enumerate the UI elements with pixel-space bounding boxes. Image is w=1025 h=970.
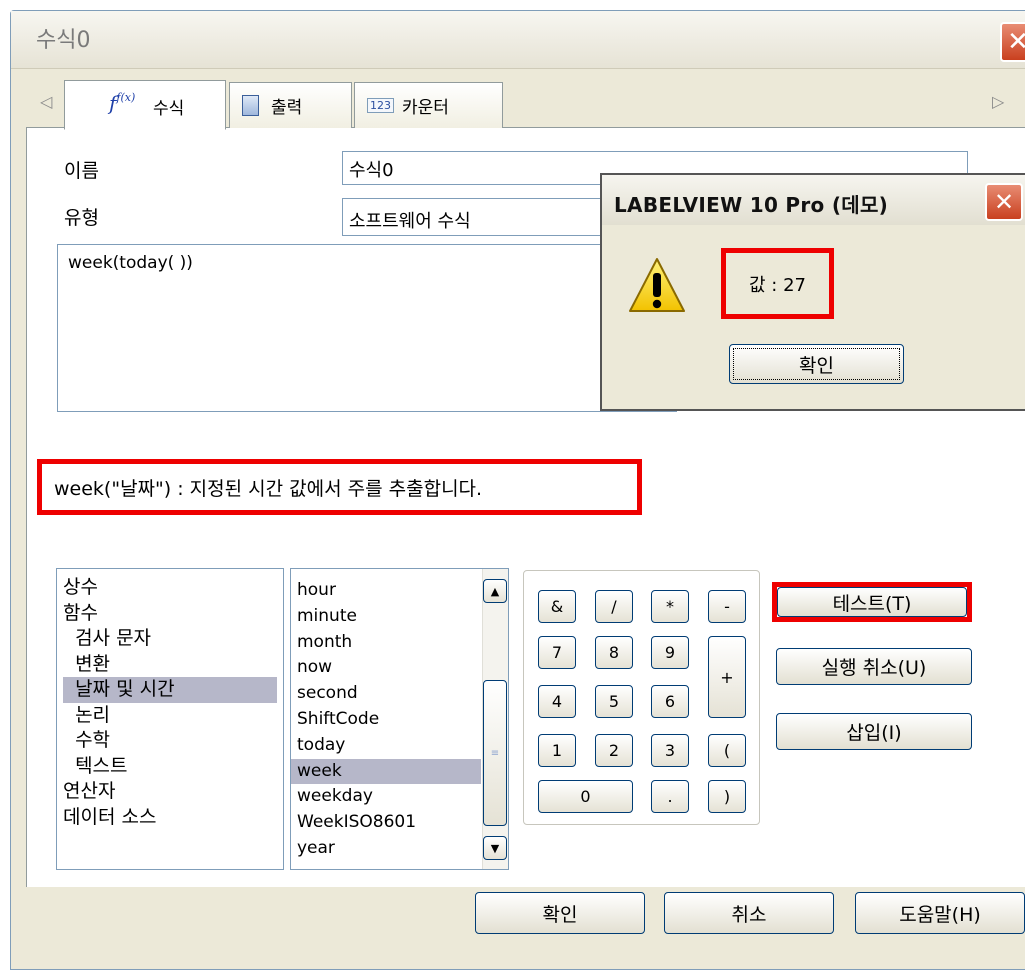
- title-bar: [11, 11, 1025, 69]
- function-description: week("날짜") : 지정된 시간 값에서 주를 추출합니다.: [37, 459, 642, 515]
- insert-button[interactable]: 삽입(I): [776, 713, 972, 750]
- key-8[interactable]: 8: [595, 636, 633, 669]
- type-label: 유형: [64, 207, 99, 229]
- category-item[interactable]: 검사 문자: [63, 626, 283, 652]
- category-list[interactable]: 상수 함수 검사 문자 변환 날짜 및 시간 논리 수학 텍스트 연산자 데이터…: [56, 568, 284, 870]
- window-title: 수식0: [36, 28, 91, 53]
- key-7[interactable]: 7: [538, 636, 576, 669]
- test-button[interactable]: 테스트(T): [777, 587, 967, 617]
- tab-formula[interactable]: ff(x) 수식: [64, 80, 226, 130]
- result-value: 값 : 27: [721, 248, 834, 319]
- category-item[interactable]: 논리: [63, 703, 283, 729]
- category-item[interactable]: 텍스트: [63, 754, 283, 780]
- undo-button[interactable]: 실행 취소(U): [776, 648, 972, 685]
- close-button[interactable]: ✕: [1000, 22, 1025, 62]
- tab-scroll-left-icon[interactable]: ◁: [40, 92, 52, 111]
- message-title: LABELVIEW 10 Pro (데모): [614, 193, 889, 217]
- key-dot[interactable]: .: [651, 780, 689, 813]
- key-close-paren[interactable]: ): [708, 780, 746, 813]
- counter-icon: 123: [367, 98, 394, 113]
- key-minus[interactable]: -: [708, 590, 746, 623]
- function-item[interactable]: hour: [291, 578, 481, 604]
- function-item[interactable]: month: [291, 630, 481, 656]
- key-0[interactable]: 0: [538, 780, 633, 813]
- tab-output[interactable]: 출력: [229, 82, 352, 128]
- key-9[interactable]: 9: [651, 636, 689, 669]
- function-item[interactable]: ShiftCode: [291, 707, 481, 733]
- category-item[interactable]: 변환: [63, 652, 283, 678]
- key-2[interactable]: 2: [595, 734, 633, 767]
- category-item[interactable]: 데이터 소스: [63, 805, 283, 831]
- function-list[interactable]: hour minute month now second ShiftCode t…: [290, 568, 509, 870]
- function-item[interactable]: weekday: [291, 784, 481, 810]
- function-item[interactable]: year: [291, 836, 481, 862]
- tab-label: 카운터: [402, 98, 449, 118]
- key-open-paren[interactable]: (: [708, 734, 746, 767]
- category-item[interactable]: 함수: [63, 601, 283, 627]
- category-item[interactable]: 상수: [63, 575, 283, 601]
- message-ok-button[interactable]: 확인: [729, 344, 904, 384]
- key-plus[interactable]: +: [708, 636, 746, 718]
- tab-label: 출력: [271, 98, 303, 118]
- name-label: 이름: [64, 160, 99, 182]
- formula-editor[interactable]: week(today( )): [57, 244, 677, 412]
- function-item-selected[interactable]: week: [291, 758, 481, 785]
- cancel-button[interactable]: 취소: [664, 892, 834, 934]
- output-icon: [242, 95, 259, 116]
- function-item[interactable]: second: [291, 681, 481, 707]
- key-divide[interactable]: /: [595, 590, 633, 623]
- key-6[interactable]: 6: [651, 685, 689, 718]
- warning-icon: [629, 258, 685, 312]
- scrollbar-thumb[interactable]: ≡: [483, 680, 507, 826]
- message-close-button[interactable]: ✕: [985, 183, 1023, 221]
- key-1[interactable]: 1: [538, 734, 576, 767]
- category-item-selected[interactable]: 날짜 및 시간: [63, 677, 277, 703]
- tab-counter[interactable]: 123 카운터: [354, 82, 503, 128]
- key-4[interactable]: 4: [538, 685, 576, 718]
- fx-icon: ff(x): [109, 91, 136, 115]
- key-3[interactable]: 3: [651, 734, 689, 767]
- tab-scroll-right-icon[interactable]: ▷: [992, 92, 1004, 111]
- close-icon: ✕: [1007, 27, 1025, 57]
- category-item[interactable]: 연산자: [63, 779, 283, 805]
- key-ampersand[interactable]: &: [538, 590, 576, 623]
- key-5[interactable]: 5: [595, 685, 633, 718]
- help-button[interactable]: 도움말(H): [855, 892, 1025, 934]
- category-item[interactable]: 수학: [63, 728, 283, 754]
- scroll-up-icon[interactable]: ▲: [483, 579, 507, 603]
- close-icon: ✕: [993, 188, 1015, 216]
- function-item[interactable]: now: [291, 655, 481, 681]
- tab-label: 수식: [153, 99, 185, 119]
- function-item[interactable]: today: [291, 733, 481, 759]
- function-item[interactable]: WeekISO8601: [291, 810, 481, 836]
- scroll-down-icon[interactable]: ▼: [483, 836, 507, 860]
- ok-button[interactable]: 확인: [475, 892, 645, 934]
- function-item[interactable]: minute: [291, 604, 481, 630]
- key-multiply[interactable]: *: [651, 590, 689, 623]
